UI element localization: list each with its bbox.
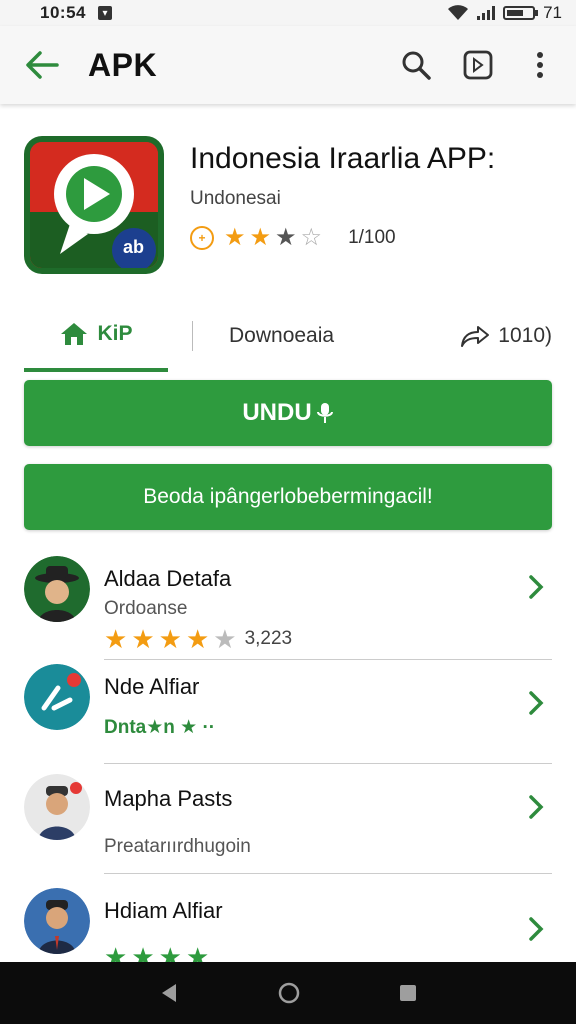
star-outline-icon: ☆ <box>300 224 323 251</box>
chevron-right-icon <box>529 917 544 941</box>
star-icon: ★ <box>224 224 246 251</box>
tab-share[interactable]: 1010) <box>460 300 552 372</box>
list-item-title: Hdiam Alfiar <box>104 898 223 923</box>
status-time: 10:54 <box>40 3 86 22</box>
secondary-button-label: Beoda ipângerlobebermingacil! <box>143 485 433 508</box>
related-list: Aldaa Detafa Ordoanse ★ ★ ★ ★ ★ 3,223 Nd… <box>0 550 576 970</box>
play-store-icon[interactable] <box>460 47 496 83</box>
tab-download-label: Downoeaia <box>229 324 335 347</box>
star-icon: ★ <box>131 624 155 654</box>
mic-icon <box>316 401 334 425</box>
app-name: Indonesia Iraarlia APP: <box>190 142 496 175</box>
battery-level: 71 <box>543 3 562 22</box>
download-button[interactable]: UNDU <box>24 380 552 446</box>
nav-back-icon[interactable] <box>158 982 180 1004</box>
list-item-subtitle: Dnta★n ★ ·· <box>104 717 216 738</box>
app-logo-icon: ab <box>24 136 164 274</box>
download-button-label: UNDU <box>242 399 312 426</box>
secondary-action-button[interactable]: Beoda ipângerlobebermingacil! <box>24 464 552 530</box>
tab-kip-label: KiP <box>97 322 133 345</box>
tab-share-label: 1010) <box>498 324 552 347</box>
app-header: ab Indonesia Iraarlia APP: Undonesai + ★… <box>24 136 554 278</box>
tab-download[interactable]: Downoeaia <box>229 300 334 372</box>
app-bar-actions <box>398 47 558 83</box>
list-item-title: Nde Alfiar <box>104 674 200 699</box>
notification-icon: ▾ <box>97 6 112 20</box>
star-icon: ★ <box>249 224 272 251</box>
page-title: APK <box>88 46 158 83</box>
star-icon: ★ <box>158 624 182 654</box>
list-item[interactable]: Aldaa Detafa Ordoanse ★ ★ ★ ★ ★ 3,223 <box>0 550 576 660</box>
chevron-right-icon <box>529 795 544 819</box>
home-icon <box>59 321 89 347</box>
star-icon: ★ <box>213 624 237 654</box>
avatar <box>24 664 90 730</box>
search-icon[interactable] <box>398 47 434 83</box>
app-bar: APK <box>0 26 576 104</box>
list-item-rating-count: 3,223 <box>244 628 293 649</box>
battery-icon <box>503 6 539 20</box>
star-icon: ★ <box>275 224 297 251</box>
list-item-subtitle: Preatarıırdhugoin <box>104 836 251 857</box>
list-item-rating: ★ ★ ★ ★ ★ 3,223 <box>104 626 292 652</box>
system-nav-bar <box>0 962 576 1024</box>
app-rating: + ★ ★ ★ ☆ 1/100 <box>190 226 396 250</box>
list-item[interactable]: Hdiam Alfiar ★ ★ ★ ★ <box>0 874 576 970</box>
tab-kip[interactable]: KiP <box>24 300 168 372</box>
share-icon <box>460 324 490 348</box>
list-item-subtitle: Ordoanse <box>104 598 188 619</box>
more-vert-icon[interactable] <box>522 47 558 83</box>
status-icons: 71 <box>447 3 562 23</box>
tab-divider <box>192 321 193 351</box>
app-developer[interactable]: Undonesai <box>190 188 281 210</box>
back-arrow-icon[interactable] <box>22 45 62 85</box>
app-icon-badge-text: ab <box>122 237 144 257</box>
status-bar: 10:54 ▾ 71 <box>0 0 576 26</box>
list-item-title: Mapha Pasts <box>104 786 233 811</box>
avatar <box>24 774 90 840</box>
nav-recents-icon[interactable] <box>398 983 418 1003</box>
coin-icon: + <box>190 226 214 250</box>
star-icon: ★ <box>185 624 210 654</box>
rating-count: 1/100 <box>348 227 396 248</box>
signal-icon <box>477 6 496 20</box>
chevron-right-icon <box>529 575 544 599</box>
star-icon: ★ <box>104 624 128 654</box>
tab-bar: KiP Downoeaia 1010) <box>24 300 552 372</box>
chevron-right-icon <box>529 691 544 715</box>
list-item-title: Aldaa Detafa <box>104 566 232 591</box>
wifi-icon <box>448 5 469 20</box>
nav-home-icon[interactable] <box>277 981 301 1005</box>
avatar <box>24 556 90 622</box>
avatar <box>24 888 90 954</box>
list-item[interactable]: Mapha Pasts Preatarıırdhugoin <box>0 764 576 874</box>
list-item[interactable]: Nde Alfiar Dnta★n ★ ·· <box>0 660 576 764</box>
